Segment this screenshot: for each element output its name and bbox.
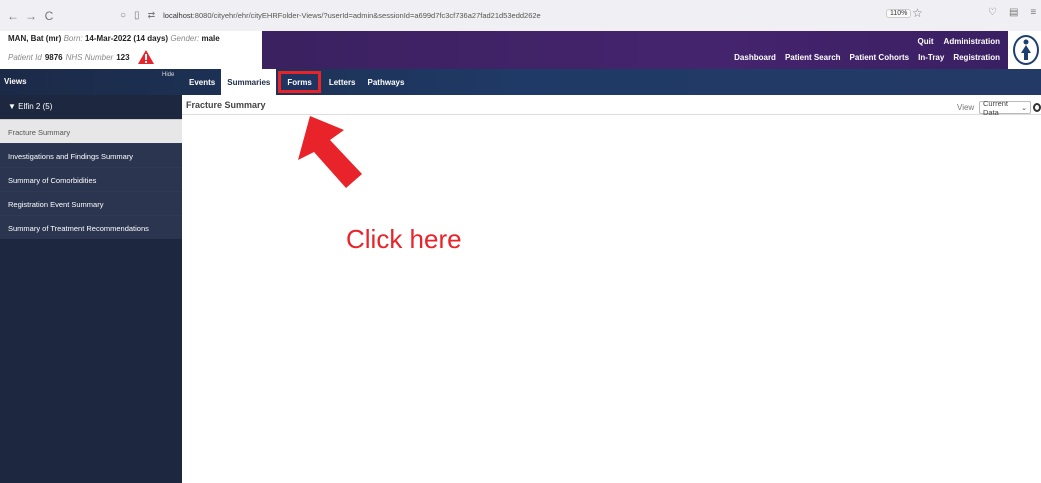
bookmark-star-icon[interactable]: ☆ bbox=[912, 6, 923, 20]
menu-administration[interactable]: Administration bbox=[944, 37, 1000, 46]
tab-events[interactable]: Events bbox=[183, 69, 221, 95]
view-select-value: Current Data bbox=[983, 98, 1009, 117]
tab-pathways[interactable]: Pathways bbox=[362, 69, 411, 95]
reload-button[interactable]: C bbox=[40, 9, 58, 23]
zoom-level[interactable]: 110% bbox=[886, 9, 912, 18]
browser-extensions: ♡ ▤ ≡ bbox=[988, 7, 1036, 18]
menu-quit[interactable]: Quit bbox=[918, 37, 934, 46]
shield-icon: ○ bbox=[120, 10, 127, 21]
patient-id-value: 9876 bbox=[44, 52, 63, 62]
top-menu-row-1: Quit Administration bbox=[918, 37, 1000, 46]
sidebar-item-comorbidities[interactable]: Summary of Comorbidities bbox=[0, 167, 182, 191]
born-label: Born: bbox=[63, 34, 83, 43]
menu-in-tray[interactable]: In-Tray bbox=[918, 53, 944, 62]
menu-patient-search[interactable]: Patient Search bbox=[785, 53, 841, 62]
menu-patient-cohorts[interactable]: Patient Cohorts bbox=[850, 53, 910, 62]
permissions-icon: ⇄ bbox=[147, 10, 156, 20]
view-label: View bbox=[957, 103, 975, 112]
tab-letters[interactable]: Letters bbox=[323, 69, 362, 95]
app-logo bbox=[1010, 33, 1041, 67]
patient-name: MAN, Bat (mr) bbox=[8, 34, 62, 43]
tab-bar: Views Hide Events Summaries Forms Letter… bbox=[0, 69, 1041, 95]
top-menu: Quit Administration Dashboard Patient Se… bbox=[262, 31, 1008, 69]
menu-icon[interactable]: ≡ bbox=[1030, 7, 1036, 18]
gender-value: male bbox=[201, 34, 220, 43]
patient-id-label: Patient Id bbox=[8, 52, 42, 62]
sidebar: ▼ Elfin 2 (5) Fracture Summary Investiga… bbox=[0, 95, 182, 483]
page-title: Fracture Summary bbox=[186, 100, 266, 110]
sidebar-item-investigations[interactable]: Investigations and Findings Summary bbox=[0, 143, 182, 167]
app-root: ← → C ○ ▯ ⇄ localhost:8080/cityehr/ehr/c… bbox=[0, 0, 1041, 483]
pocket-icon[interactable]: ♡ bbox=[988, 7, 997, 18]
url-text: localhost:8080/cityehr/ehr/cityEHRFolder… bbox=[163, 11, 541, 20]
sidebar-item-registration-event[interactable]: Registration Event Summary bbox=[0, 191, 182, 215]
sidebar-item-treatment-recommendations[interactable]: Summary of Treatment Recommendations bbox=[0, 215, 182, 239]
person-logo-icon bbox=[1013, 35, 1039, 65]
back-button[interactable]: ← bbox=[4, 9, 22, 23]
print-icon[interactable] bbox=[1033, 103, 1041, 112]
chevron-down-icon: ⌄ bbox=[1021, 104, 1027, 112]
red-arrow-icon bbox=[298, 116, 362, 188]
views-label: Views bbox=[4, 77, 27, 86]
sidebar-folder-header[interactable]: ▼ Elfin 2 (5) bbox=[0, 95, 182, 119]
hide-sidebar-button[interactable]: Hide bbox=[162, 72, 174, 78]
main-tabs: Events Summaries Forms Letters Pathways bbox=[183, 69, 410, 95]
tab-summaries[interactable]: Summaries bbox=[221, 69, 277, 95]
gender-label: Gender: bbox=[170, 34, 200, 43]
sidebar-item-fracture-summary[interactable]: Fracture Summary bbox=[0, 119, 182, 143]
patient-banner: MAN, Bat (mr) Born: 14-Mar-2022 (14 days… bbox=[0, 31, 260, 69]
nhs-value: 123 bbox=[116, 52, 130, 62]
menu-dashboard[interactable]: Dashboard bbox=[734, 53, 776, 62]
warning-icon[interactable] bbox=[137, 49, 155, 65]
top-menu-row-2: Dashboard Patient Search Patient Cohorts… bbox=[734, 53, 1000, 62]
view-select[interactable]: Current Data ⌄ bbox=[979, 98, 1031, 117]
reader-icon[interactable]: ▤ bbox=[1009, 7, 1018, 18]
click-here-annotation: Click here bbox=[346, 224, 462, 254]
browser-toolbar: ← → C ○ ▯ ⇄ localhost:8080/cityehr/ehr/c… bbox=[0, 0, 1041, 31]
born-value: 14-Mar-2022 (14 days) bbox=[84, 34, 169, 43]
address-bar[interactable]: ○ ▯ ⇄ localhost:8080/cityehr/ehr/cityEHR… bbox=[120, 10, 541, 21]
page-icon: ▯ bbox=[134, 10, 140, 21]
menu-registration[interactable]: Registration bbox=[953, 53, 1000, 62]
patient-identifiers: Patient Id 9876 NHS Number 123 bbox=[8, 49, 252, 65]
tab-forms[interactable]: Forms bbox=[278, 71, 321, 93]
nhs-label: NHS Number bbox=[65, 52, 114, 62]
patient-demographics: MAN, Bat (mr) Born: 14-Mar-2022 (14 days… bbox=[8, 34, 252, 43]
forward-button[interactable]: → bbox=[22, 9, 40, 23]
